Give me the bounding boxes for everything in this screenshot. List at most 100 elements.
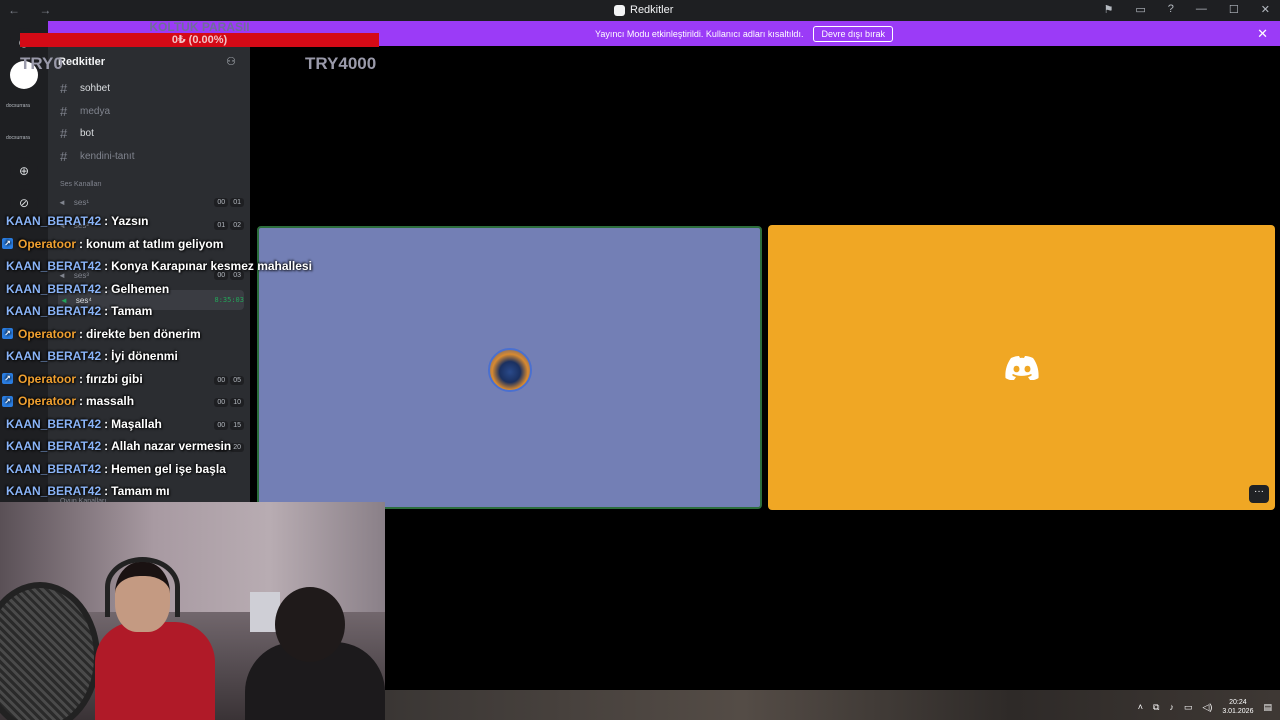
help-icon[interactable]: ? xyxy=(1168,3,1174,16)
voice-channel-ses1[interactable]: ◄ ses¹ 00 01 xyxy=(58,198,244,207)
banner-close-icon[interactable]: ✕ xyxy=(1257,26,1268,42)
donation-progress: 0₺ (0.00%) xyxy=(20,33,379,47)
chat-message: KAAN_BERAT42: Gelhemen xyxy=(2,278,382,301)
chat-username: KAAN_BERAT42 xyxy=(6,304,102,319)
chat-username: Operatoor xyxy=(18,394,77,409)
tray-app-icon[interactable]: ⧉ xyxy=(1153,702,1159,713)
taskbar-clock[interactable]: 20:24 3.01.2026 xyxy=(1222,698,1253,716)
chat-username: Operatoor xyxy=(18,236,77,251)
window-title: Redkitler xyxy=(614,4,673,16)
chat-separator: : xyxy=(104,259,109,274)
chat-message: KAAN_BERAT42: Hemen gel işe başla xyxy=(2,458,382,481)
chat-separator: : xyxy=(104,281,109,296)
user-limit-badge: 00 01 xyxy=(214,198,244,207)
discord-logo-icon xyxy=(1005,356,1039,380)
donation-title: KOLTUK PARASII xyxy=(149,20,250,34)
chat-message: ↗ Operatoor: fırızbi gibi xyxy=(2,368,382,391)
chat-text: Tamam mı xyxy=(111,484,170,499)
channel-label: kendini-tanıt xyxy=(80,151,135,162)
chat-text: Konya Karapınar kesmez mahallesi xyxy=(111,259,312,274)
kick-platform-icon: ↗ xyxy=(2,328,13,340)
chat-username: KAAN_BERAT42 xyxy=(6,484,102,499)
chat-username: Operatoor xyxy=(18,371,77,386)
chat-message: KAAN_BERAT42: Yazsın xyxy=(2,210,382,233)
inbox-icon[interactable]: ▭ xyxy=(1135,3,1145,16)
voice-channel-label: ses¹ xyxy=(73,198,90,207)
chat-message: KAAN_BERAT42: Tamam mı xyxy=(2,480,382,503)
webcam-feed xyxy=(0,502,385,720)
chat-text: Allah nazar vermesin xyxy=(111,439,232,454)
channel-kendini-tanit[interactable]: # kendini-tanıt xyxy=(60,149,134,164)
invite-icon[interactable]: ⚇ xyxy=(226,55,236,68)
chat-message: KAAN_BERAT42: İyi dönenmi xyxy=(2,345,382,368)
banner-message: Yayıncı Modu etkinleştirildi. Kullanıcı … xyxy=(595,28,804,39)
kick-platform-icon: ↗ xyxy=(2,238,13,250)
channel-sohbet[interactable]: # sohbet xyxy=(60,81,110,96)
volume-icon[interactable]: ◁) xyxy=(1202,702,1212,713)
chat-separator: : xyxy=(104,304,109,319)
voice-user-tile[interactable]: ··· xyxy=(768,225,1275,510)
chat-text: Yazsın xyxy=(111,214,149,229)
microphone-icon[interactable]: ♪ xyxy=(1169,702,1174,712)
add-server-icon[interactable]: ⊕ xyxy=(10,157,38,185)
chat-message: KAAN_BERAT42: Tamam xyxy=(2,300,382,323)
chat-username: KAAN_BERAT42 xyxy=(6,416,102,431)
window-titlebar: ← → Redkitler ⚑ ▭ ? — ☐ ✕ xyxy=(0,0,1280,21)
more-options-button[interactable]: ··· xyxy=(1249,485,1269,503)
channel-bot[interactable]: # bot xyxy=(60,126,94,141)
server-icon xyxy=(614,4,625,16)
chat-text: Gelhemen xyxy=(111,281,170,296)
webcam-person-head xyxy=(275,587,345,662)
chat-separator: : xyxy=(104,461,109,476)
rail-server-label[interactable]: docsurrara xyxy=(6,135,30,141)
chat-username: KAAN_BERAT42 xyxy=(6,214,102,229)
channel-medya[interactable]: # medya xyxy=(60,104,110,119)
chat-message: ↗ Operatoor: direkte ben dönerim xyxy=(2,323,382,346)
chat-message: KAAN_BERAT42: Allah nazar vermesin xyxy=(2,435,382,458)
clock-date: 3.01.2026 xyxy=(1222,708,1254,715)
chat-separator: : xyxy=(104,484,109,499)
chat-message: KAAN_BERAT42: Konya Karapınar kesmez maha… xyxy=(2,255,382,278)
chat-text: Hemen gel işe başla xyxy=(111,461,226,476)
hash-icon: # xyxy=(60,104,68,119)
chat-username: KAAN_BERAT42 xyxy=(6,259,102,274)
chat-separator: : xyxy=(79,236,84,251)
goal-min: TRY0 xyxy=(20,54,63,73)
kick-platform-icon: ↗ xyxy=(2,373,13,385)
chat-username: KAAN_BERAT42 xyxy=(6,281,102,296)
webcam-person-body xyxy=(95,622,215,720)
close-window-button[interactable]: ✕ xyxy=(1261,3,1270,16)
chat-text: Tamam xyxy=(111,304,153,319)
notification-icon[interactable]: ▤ xyxy=(1263,702,1272,713)
server-name[interactable]: Redkitler xyxy=(58,56,105,68)
window-title-text: Redkitler xyxy=(630,4,674,16)
headphone-icon xyxy=(105,557,180,617)
flag-icon[interactable]: ⚑ xyxy=(1104,3,1114,16)
rail-server-label[interactable]: docsurrara xyxy=(6,103,30,109)
nav-arrows[interactable]: ← → xyxy=(8,3,59,17)
chat-text: direkte ben dönerim xyxy=(86,326,201,341)
channel-label: sohbet xyxy=(80,83,111,94)
chat-username: Operatoor xyxy=(18,326,77,341)
clock-time: 20:24 xyxy=(1229,699,1247,706)
voice-category[interactable]: Ses Kanalları xyxy=(60,181,102,188)
chat-separator: : xyxy=(79,394,84,409)
chat-text: massalh xyxy=(86,394,135,409)
system-tray: ˄ ⧉ ♪ ▭ ◁) 20:24 3.01.2026 ▤ xyxy=(1138,695,1272,719)
titlebar-controls: ⚑ ▭ ? — ☐ ✕ xyxy=(1104,3,1271,16)
chat-username: KAAN_BERAT42 xyxy=(6,439,102,454)
maximize-button[interactable]: ☐ xyxy=(1229,3,1239,16)
chat-message: KAAN_BERAT42: Maşallah xyxy=(2,413,382,436)
minimize-button[interactable]: — xyxy=(1196,3,1207,16)
tray-chevron-icon[interactable]: ˄ xyxy=(1138,702,1143,712)
user-avatar xyxy=(488,348,532,392)
chat-text: konum at tatlım geliyom xyxy=(86,236,224,251)
hash-icon: # xyxy=(60,81,68,96)
network-icon[interactable]: ▭ xyxy=(1184,702,1193,713)
donation-overlay: KOLTUK PARASII 0₺ (0.00%) xyxy=(20,20,379,47)
chat-separator: : xyxy=(79,371,84,386)
chat-text: Maşallah xyxy=(111,416,162,431)
chat-text: İyi dönenmi xyxy=(111,349,178,364)
disable-streamer-mode-button[interactable]: Devre dışı bırak xyxy=(813,25,893,42)
chat-separator: : xyxy=(104,349,109,364)
